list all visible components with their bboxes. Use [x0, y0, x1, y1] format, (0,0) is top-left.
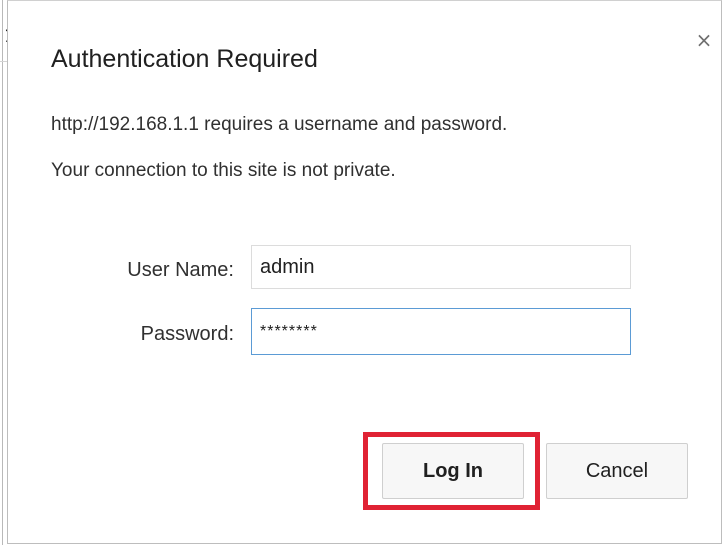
close-icon[interactable]: ×: [693, 29, 715, 51]
username-input[interactable]: [251, 245, 631, 289]
password-input[interactable]: [251, 308, 631, 355]
auth-message: http://192.168.1.1 requires a username a…: [51, 114, 508, 135]
password-label: Password:: [140, 323, 234, 345]
background-border-line: [2, 0, 3, 545]
cancel-button[interactable]: Cancel: [546, 443, 688, 499]
screen: 1 × Authentication Required http://192.1…: [0, 0, 723, 545]
dialog-title: Authentication Required: [51, 45, 318, 73]
username-label: User Name:: [127, 259, 234, 281]
login-button[interactable]: Log In: [382, 443, 524, 499]
privacy-warning: Your connection to this site is not priv…: [51, 160, 396, 181]
auth-dialog: × Authentication Required http://192.168…: [7, 0, 722, 544]
